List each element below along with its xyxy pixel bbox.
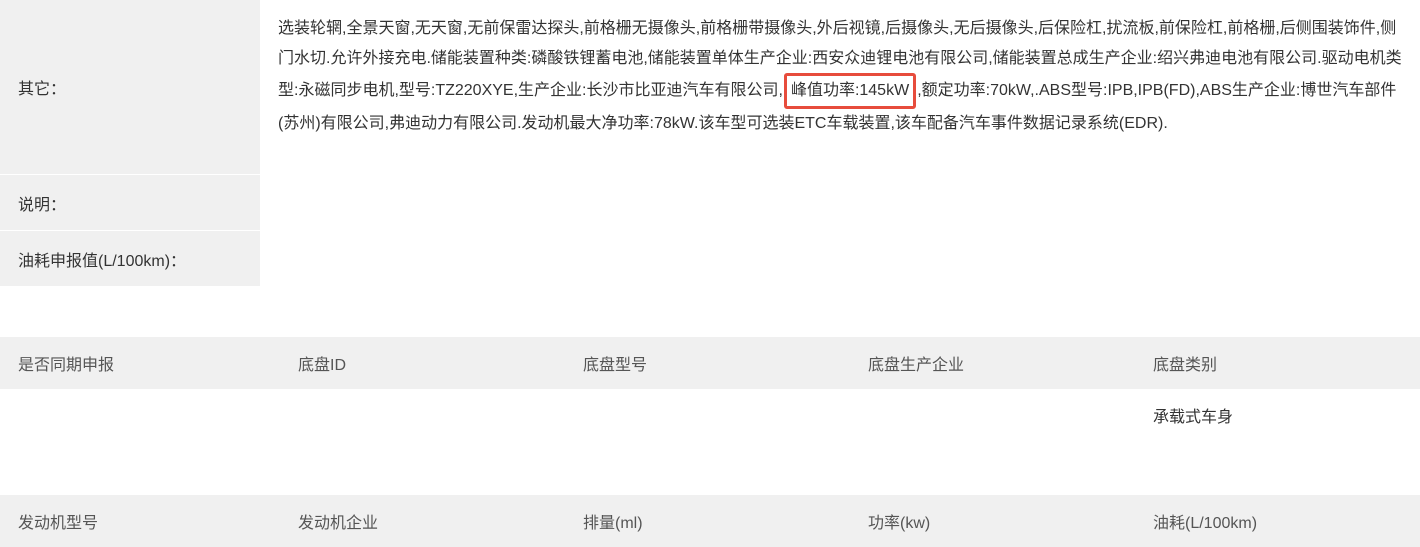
label-other: 其它： — [0, 0, 260, 174]
th-chassis-type: 底盘类别 — [1135, 337, 1420, 389]
th-engine-mfr: 发动机企业 — [280, 495, 565, 547]
td-same-period — [0, 389, 280, 445]
th-chassis-id: 底盘ID — [280, 337, 565, 389]
gap-2 — [0, 445, 1420, 495]
chassis-table-header: 是否同期申报 底盘ID 底盘型号 底盘生产企业 底盘类别 — [0, 337, 1420, 389]
gap-1 — [0, 287, 1420, 337]
label-desc: 说明： — [0, 175, 260, 230]
th-engine-model: 发动机型号 — [0, 495, 280, 547]
th-chassis-mfr: 底盘生产企业 — [850, 337, 1135, 389]
value-other: 选装轮辋,全景天窗,无天窗,无前保雷达探头,前格栅无摄像头,前格栅带摄像头,外后… — [260, 0, 1420, 174]
th-chassis-model: 底盘型号 — [565, 337, 850, 389]
row-other: 其它： 选装轮辋,全景天窗,无天窗,无前保雷达探头,前格栅无摄像头,前格栅带摄像… — [0, 0, 1420, 175]
label-fuel-text: 油耗申报值(L/100km)： — [18, 247, 186, 271]
th-displacement: 排量(ml) — [565, 495, 850, 547]
th-power: 功率(kw) — [850, 495, 1135, 547]
td-chassis-id — [280, 389, 565, 445]
value-desc — [260, 175, 1420, 230]
row-desc: 说明： — [0, 175, 1420, 231]
th-same-period: 是否同期申报 — [0, 337, 280, 389]
highlight-peak-power-text: 峰值功率:145kW — [791, 82, 909, 99]
td-chassis-type: 承载式车身 — [1135, 389, 1420, 445]
td-chassis-model — [565, 389, 850, 445]
label-other-text: 其它： — [18, 75, 66, 99]
row-fuel: 油耗申报值(L/100km)： — [0, 231, 1420, 287]
label-fuel: 油耗申报值(L/100km)： — [0, 231, 260, 286]
th-fuel-consumption: 油耗(L/100km) — [1135, 495, 1420, 547]
engine-table-header: 发动机型号 发动机企业 排量(ml) 功率(kw) 油耗(L/100km) — [0, 495, 1420, 547]
td-chassis-mfr — [850, 389, 1135, 445]
value-fuel — [260, 231, 1420, 286]
highlight-peak-power: 峰值功率:145kW — [784, 73, 916, 109]
label-desc-text: 说明： — [18, 191, 66, 215]
chassis-table-row: 承载式车身 — [0, 389, 1420, 445]
